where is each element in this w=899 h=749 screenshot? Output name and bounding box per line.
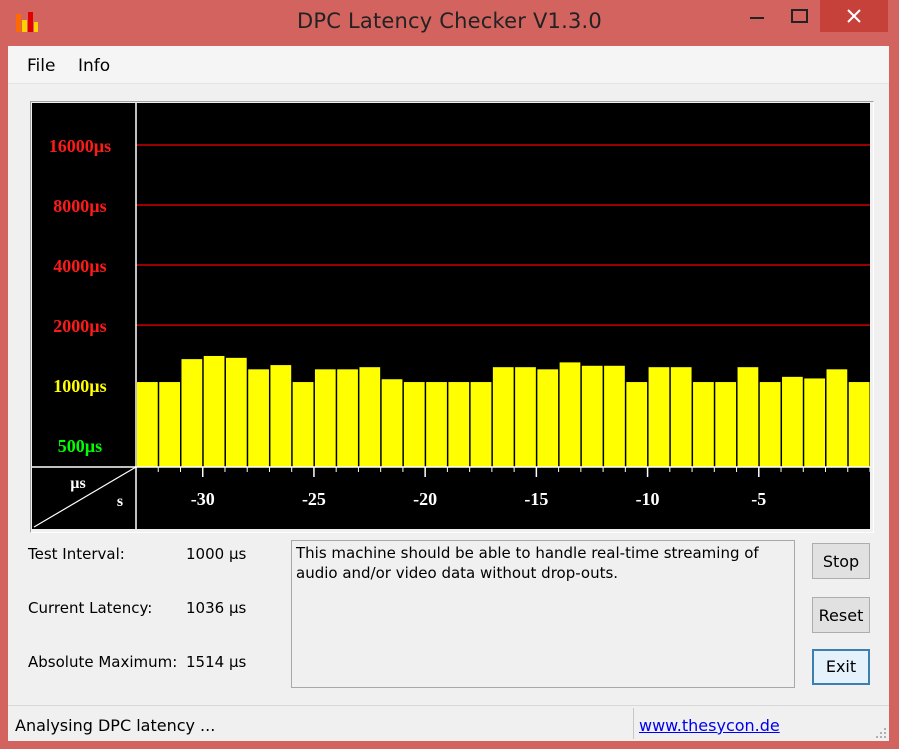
y-tick-label: 4000µs [53, 256, 106, 276]
client-area: File Info 16000µs 8000µs 4000µs 2000µs 1000µ… [8, 46, 889, 741]
latency-bar [782, 376, 803, 467]
result-message: This machine should be able to handle re… [296, 544, 759, 582]
latency-bar [292, 382, 314, 467]
current-latency-value: 1036 µs [186, 599, 247, 617]
status-text: Analysing DPC latency ... [15, 716, 216, 735]
latency-bar [470, 382, 492, 467]
status-bar: Analysing DPC latency ... www.thesycon.d… [8, 705, 889, 741]
y-tick-label: 8000µs [53, 196, 106, 216]
latency-graph-frame: 16000µs 8000µs 4000µs 2000µs 1000µs 500µs µs s -… [30, 101, 874, 533]
current-latency-label: Current Latency: [28, 599, 153, 617]
x-tick-label: -20 [413, 489, 437, 509]
y-unit-label: µs [70, 475, 85, 492]
latency-bar [759, 382, 781, 467]
latency-bar [581, 365, 603, 467]
latency-bar [314, 369, 336, 467]
menu-bar: File Info [8, 46, 889, 84]
latency-bar [225, 357, 247, 467]
x-unit-label: s [117, 493, 123, 510]
latency-bar [448, 382, 470, 467]
latency-bar [826, 369, 848, 467]
result-message-box[interactable]: This machine should be able to handle re… [291, 540, 795, 688]
absolute-maximum-value: 1514 µs [186, 653, 247, 671]
website-link[interactable]: www.thesycon.de [639, 716, 780, 735]
latency-bar [537, 369, 559, 467]
latency-bar [248, 369, 269, 467]
y-tick-label: 2000µs [53, 316, 106, 336]
latency-bar [403, 382, 425, 467]
latency-bar [693, 382, 714, 467]
latency-bar [559, 362, 581, 467]
latency-bar [737, 367, 759, 467]
latency-chart: 16000µs 8000µs 4000µs 2000µs 1000µs 500µs µs s -… [32, 103, 871, 529]
x-tick-label: -5 [751, 489, 766, 509]
latency-bar [604, 365, 625, 467]
latency-bar [492, 367, 514, 467]
resize-grip-icon[interactable] [873, 725, 887, 739]
test-interval-label: Test Interval: [28, 545, 125, 563]
x-tick-label: -30 [191, 489, 215, 509]
exit-button[interactable]: Exit [812, 649, 870, 685]
latency-bar [715, 382, 737, 467]
latency-bar [159, 382, 180, 467]
latency-bar [359, 367, 381, 467]
latency-bar [137, 382, 158, 467]
latency-bar [381, 379, 403, 467]
minimize-button[interactable] [742, 0, 774, 32]
latency-bar [426, 382, 447, 467]
close-button[interactable] [820, 0, 888, 32]
latency-bar [515, 367, 536, 467]
y-tick-label: 16000µs [49, 136, 111, 156]
test-interval-value: 1000 µs [186, 545, 247, 563]
latency-graph: 16000µs 8000µs 4000µs 2000µs 1000µs 500µs µs s -… [32, 103, 871, 529]
latency-bar [626, 382, 648, 467]
app-window: DPC Latency Checker V1.3.0 File Info 160… [0, 0, 899, 749]
x-tick-label: -25 [302, 489, 326, 509]
absolute-maximum-label: Absolute Maximum: [28, 653, 178, 671]
latency-bar [648, 367, 670, 467]
status-separator [633, 708, 634, 739]
latency-bar [181, 359, 203, 467]
latency-bar [270, 365, 292, 467]
maximize-button[interactable] [782, 0, 818, 32]
x-tick-label: -15 [524, 489, 548, 509]
y-tick-label: 500µs [58, 436, 102, 456]
close-icon [847, 9, 861, 23]
reset-button[interactable]: Reset [812, 597, 870, 633]
latency-bar [848, 382, 870, 467]
latency-bar [670, 367, 692, 467]
y-tick-label: 1000µs [53, 376, 106, 396]
latency-bar [337, 369, 358, 467]
menu-info[interactable]: Info [78, 56, 110, 76]
x-tick-label: -10 [636, 489, 660, 509]
menu-file[interactable]: File [27, 56, 55, 76]
stop-button[interactable]: Stop [812, 543, 870, 579]
latency-bar [203, 355, 225, 467]
title-bar[interactable]: DPC Latency Checker V1.3.0 [0, 0, 899, 46]
latency-bar [804, 378, 826, 467]
